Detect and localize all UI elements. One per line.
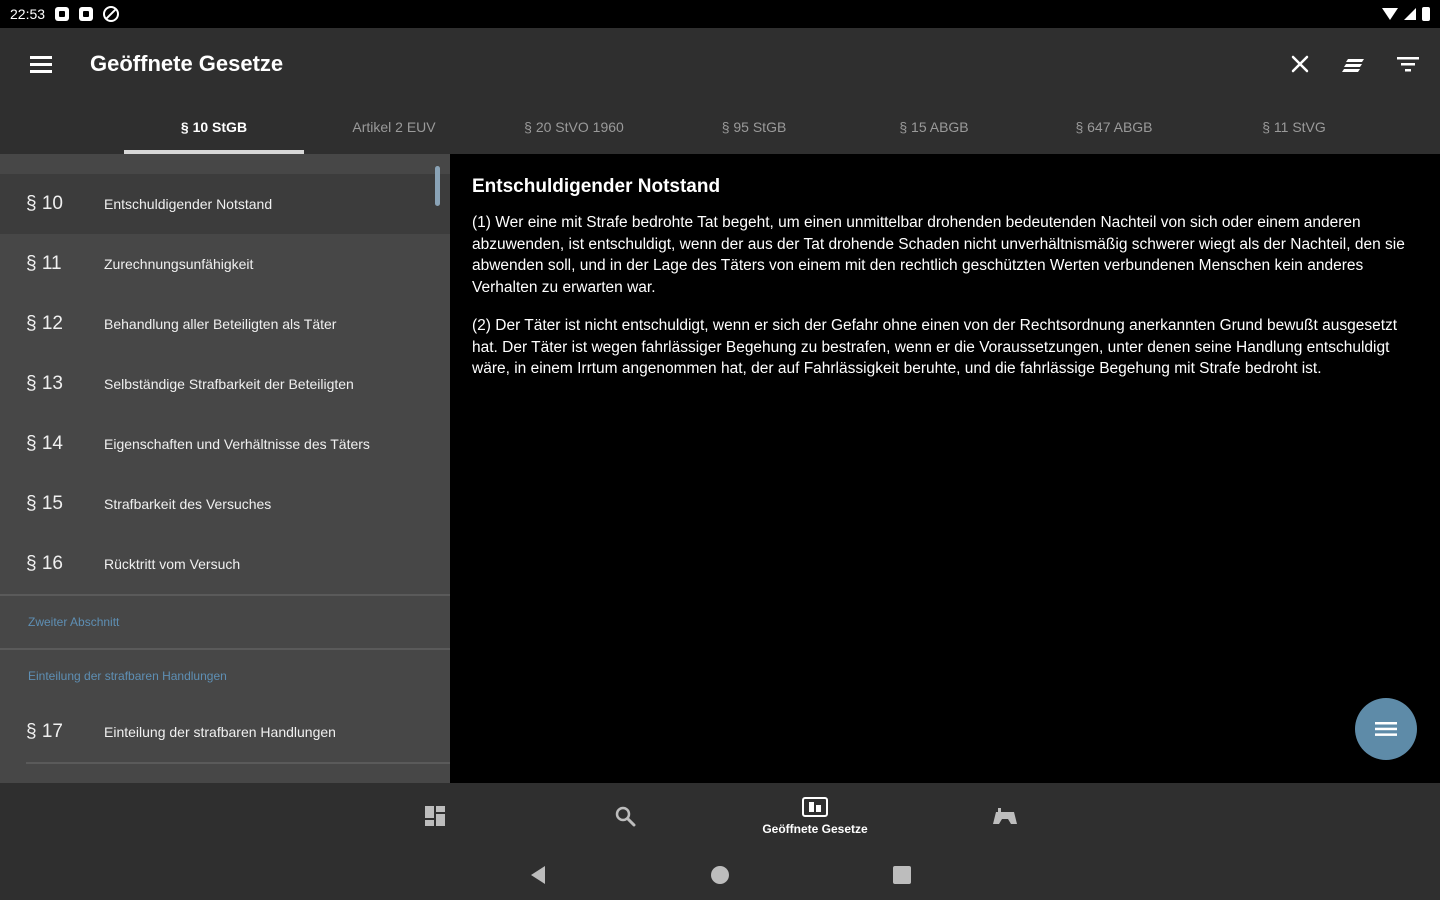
paragraph-list[interactable]: § 10 Entschuldigender Notstand § 11 Zure… bbox=[0, 154, 450, 783]
back-button[interactable] bbox=[510, 855, 566, 895]
paragraph-number: § 16 bbox=[26, 553, 63, 574]
list-item[interactable]: § 12 Behandlung aller Beteiligten als Tä… bbox=[0, 294, 450, 354]
list-item[interactable]: § 15 Strafbarkeit des Versuches bbox=[0, 474, 450, 534]
paragraph-title: Zurechnungsunfähigkeit bbox=[104, 256, 254, 272]
close-icon bbox=[1291, 55, 1309, 73]
tab-abgb-15[interactable]: § 15 ABGB bbox=[844, 100, 1024, 154]
paragraph-title: Rücktritt vom Versuch bbox=[104, 556, 241, 572]
filter-icon bbox=[1397, 57, 1419, 72]
notification-icon bbox=[79, 7, 94, 21]
search-icon bbox=[615, 806, 636, 827]
tab-abgb-647[interactable]: § 647 ABGB bbox=[1024, 100, 1204, 154]
filter-button[interactable] bbox=[1388, 44, 1428, 84]
paragraph-title: Strafbarkeit des Versuches bbox=[104, 496, 272, 512]
paragraph-text: (1) Wer eine mit Strafe bedrohte Tat beg… bbox=[472, 214, 1405, 296]
paragraph-title: Einteilung der strafbaren Handlungen bbox=[104, 724, 336, 740]
nav-overview[interactable] bbox=[340, 783, 530, 849]
law-tabs: § 10 StGB Artikel 2 EUV § 20 StVO 1960 §… bbox=[0, 100, 1440, 154]
paragraph-content: Entschuldigender Notstand (1) Wer eine m… bbox=[450, 154, 1440, 783]
paragraph-number: § 11 bbox=[26, 253, 62, 274]
paragraph-number: § 13 bbox=[26, 373, 63, 394]
paragraph-number: § 17 bbox=[26, 721, 63, 742]
tab-stgb-10[interactable]: § 10 StGB bbox=[124, 100, 304, 154]
notification-icon bbox=[55, 7, 70, 21]
nav-search[interactable] bbox=[530, 783, 720, 849]
gamepad-icon bbox=[993, 808, 1017, 824]
book-icon bbox=[802, 797, 828, 817]
list-item[interactable]: § 16 Rücktritt vom Versuch bbox=[0, 534, 450, 594]
list-top-spacer bbox=[0, 154, 450, 174]
tab-stvg-11[interactable]: § 11 StVG bbox=[1204, 100, 1384, 154]
nav-games[interactable] bbox=[910, 783, 1100, 849]
toc-fab-button[interactable] bbox=[1355, 698, 1417, 760]
scrollbar-thumb[interactable] bbox=[435, 166, 440, 206]
status-bar: 22:53 bbox=[0, 0, 1440, 28]
recents-icon bbox=[893, 865, 911, 884]
list-icon bbox=[1375, 722, 1397, 736]
list-item[interactable]: § 13 Selbständige Strafbarkeit der Betei… bbox=[0, 354, 450, 414]
close-all-button[interactable] bbox=[1334, 44, 1374, 84]
nav-label: Geöffnete Gesetze bbox=[762, 822, 868, 836]
paragraph-number: § 14 bbox=[26, 433, 63, 454]
tab-stvo-20[interactable]: § 20 StVO 1960 bbox=[484, 100, 664, 154]
signal-icon bbox=[1404, 8, 1416, 20]
paragraph-heading: Entschuldigender Notstand bbox=[472, 176, 721, 197]
list-item[interactable]: § 11 Zurechnungsunfähigkeit bbox=[0, 234, 450, 294]
paragraph-title: Entschuldigender Notstand bbox=[104, 196, 273, 212]
section-heading: Zweiter Abschnitt bbox=[0, 594, 450, 648]
close-button[interactable] bbox=[1280, 44, 1320, 84]
paragraph-number: § 15 bbox=[26, 493, 63, 514]
dashboard-icon bbox=[425, 806, 445, 826]
list-item[interactable]: § 10 Entschuldigender Notstand bbox=[0, 174, 450, 234]
tab-euv-2[interactable]: Artikel 2 EUV bbox=[304, 100, 484, 154]
divider bbox=[26, 762, 450, 764]
home-button[interactable] bbox=[692, 855, 748, 895]
home-icon bbox=[711, 865, 729, 884]
recents-button[interactable] bbox=[874, 855, 930, 895]
wifi-icon bbox=[1382, 8, 1398, 20]
do-not-disturb-icon bbox=[103, 6, 120, 22]
list-item[interactable]: § 14 Eigenschaften und Verhältnisse des … bbox=[0, 414, 450, 474]
nav-opened-laws[interactable]: Geöffnete Gesetze bbox=[720, 783, 910, 849]
list-item[interactable]: § 17 Einteilung der strafbaren Handlunge… bbox=[0, 702, 450, 762]
paragraph-text: (2) Der Täter ist nicht entschuldigt, we… bbox=[472, 317, 1398, 377]
bottom-navigation: Geöffnete Gesetze bbox=[0, 783, 1440, 849]
status-time: 22:53 bbox=[10, 6, 46, 22]
clear-all-icon bbox=[1342, 59, 1364, 72]
tab-stgb-95[interactable]: § 95 StGB bbox=[664, 100, 844, 154]
menu-button[interactable] bbox=[21, 44, 61, 84]
paragraph-title: Selbständige Strafbarkeit der Beteiligte… bbox=[104, 376, 354, 392]
paragraph-number: § 10 bbox=[26, 193, 63, 214]
back-icon bbox=[531, 865, 545, 884]
section-heading: Einteilung der strafbaren Handlungen bbox=[0, 648, 450, 702]
menu-icon bbox=[30, 55, 52, 59]
paragraph-title: Eigenschaften und Verhältnisse des Täter… bbox=[104, 436, 370, 452]
app-bar: Geöffnete Gesetze bbox=[0, 28, 1440, 100]
page-title: Geöffnete Gesetze bbox=[90, 51, 284, 76]
battery-icon bbox=[1422, 7, 1430, 21]
paragraph-number: § 12 bbox=[26, 313, 63, 334]
system-navigation bbox=[0, 849, 1440, 900]
paragraph-title: Behandlung aller Beteiligten als Täter bbox=[104, 316, 337, 332]
